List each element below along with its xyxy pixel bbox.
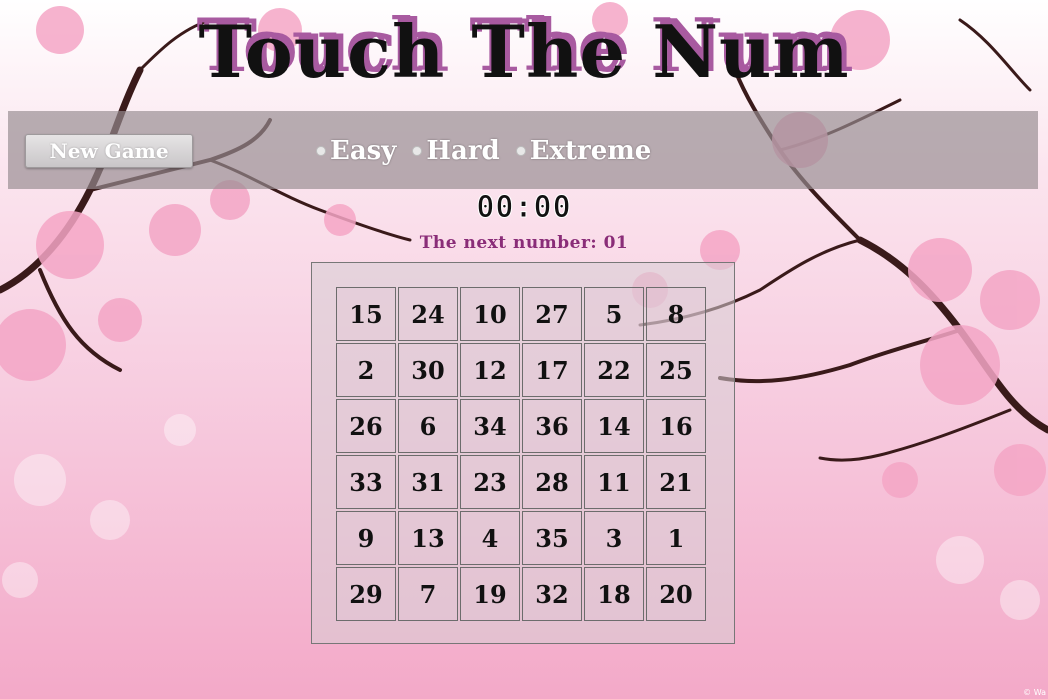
number-cell[interactable]: 13 <box>398 511 458 565</box>
mode-easy-label[interactable]: Easy <box>330 136 396 166</box>
mode-hard-label[interactable]: Hard <box>426 136 499 166</box>
number-cell[interactable]: 14 <box>584 399 644 453</box>
number-cell[interactable]: 17 <box>522 343 582 397</box>
mode-extreme-label[interactable]: Extreme <box>530 136 652 166</box>
number-cell[interactable]: 6 <box>398 399 458 453</box>
number-cell[interactable]: 8 <box>646 287 706 341</box>
number-cell[interactable]: 11 <box>584 455 644 509</box>
next-number-label: The next number: 01 <box>419 233 629 253</box>
number-cell[interactable]: 23 <box>460 455 520 509</box>
number-cell[interactable]: 21 <box>646 455 706 509</box>
control-bar: New Game Easy Hard Extreme <box>8 111 1038 189</box>
easy-radio-icon[interactable] <box>316 146 326 156</box>
number-cell[interactable]: 5 <box>584 287 644 341</box>
number-cell[interactable]: 12 <box>460 343 520 397</box>
number-cell[interactable]: 20 <box>646 567 706 621</box>
extreme-radio-icon[interactable] <box>515 146 526 156</box>
number-grid: 15 24 10 27 5 8 2 30 12 17 22 25 26 6 34… <box>336 287 706 621</box>
mode-hard[interactable]: Hard <box>412 136 500 166</box>
mode-easy[interactable]: Easy <box>316 136 396 166</box>
number-cell[interactable]: 28 <box>522 455 582 509</box>
number-cell[interactable]: 32 <box>522 567 582 621</box>
number-cell[interactable]: 1 <box>646 511 706 565</box>
number-cell[interactable]: 2 <box>336 343 396 397</box>
number-cell[interactable]: 9 <box>336 511 396 565</box>
number-cell[interactable]: 29 <box>336 567 396 621</box>
number-cell[interactable]: 19 <box>460 567 520 621</box>
hard-radio-icon[interactable] <box>412 146 423 156</box>
number-cell[interactable]: 36 <box>522 399 582 453</box>
game-title: Touch The Num <box>198 9 850 94</box>
number-cell[interactable]: 33 <box>336 455 396 509</box>
number-cell[interactable]: 18 <box>584 567 644 621</box>
number-board: 15 24 10 27 5 8 2 30 12 17 22 25 26 6 34… <box>311 262 735 644</box>
number-cell[interactable]: 25 <box>646 343 706 397</box>
number-cell[interactable]: 27 <box>522 287 582 341</box>
mode-extreme[interactable]: Extreme <box>515 136 652 166</box>
difficulty-selector: Easy Hard Extreme <box>316 133 667 169</box>
number-cell[interactable]: 7 <box>398 567 458 621</box>
watermark: © Wa <box>1023 688 1046 697</box>
number-cell[interactable]: 22 <box>584 343 644 397</box>
number-cell[interactable]: 31 <box>398 455 458 509</box>
number-cell[interactable]: 30 <box>398 343 458 397</box>
number-cell[interactable]: 3 <box>584 511 644 565</box>
number-cell[interactable]: 16 <box>646 399 706 453</box>
number-cell[interactable]: 34 <box>460 399 520 453</box>
number-cell[interactable]: 15 <box>336 287 396 341</box>
number-cell[interactable]: 35 <box>522 511 582 565</box>
timer: 00:00 <box>476 190 572 226</box>
number-cell[interactable]: 10 <box>460 287 520 341</box>
number-cell[interactable]: 4 <box>460 511 520 565</box>
number-cell[interactable]: 26 <box>336 399 396 453</box>
new-game-button[interactable]: New Game <box>25 134 193 168</box>
number-cell[interactable]: 24 <box>398 287 458 341</box>
